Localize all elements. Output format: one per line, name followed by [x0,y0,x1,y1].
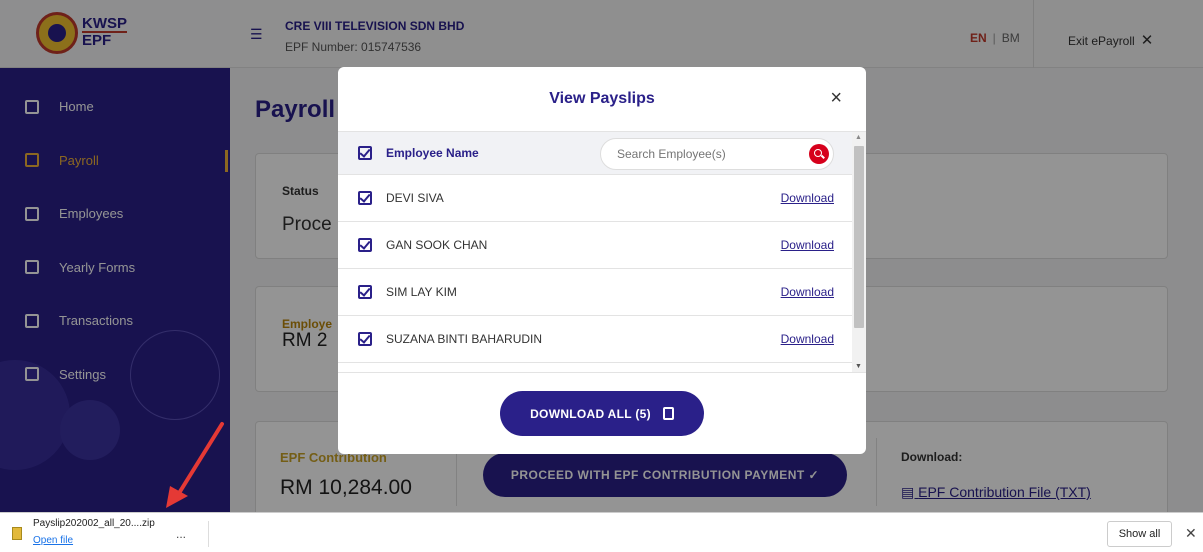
employee-checkbox[interactable] [358,285,372,299]
open-file-link[interactable]: Open file [33,535,73,546]
employee-checkbox[interactable] [358,238,372,252]
modal-divider [338,372,866,373]
download-all-button[interactable]: DOWNLOAD ALL (5) [500,391,704,436]
employee-name: GAN SOOK CHAN [386,238,488,252]
employee-list: Employee Name DEVI SIVA Download GAN SOO… [338,132,852,372]
download-filename[interactable]: Payslip202002_all_20....zip [33,518,155,529]
scrollbar-thumb[interactable] [854,146,864,328]
view-payslips-modal: View Payslips × Employee Name DEVI SIVA … [338,67,866,454]
file-download-icon [662,407,674,420]
close-icon[interactable]: × [830,87,842,110]
select-all-checkbox[interactable] [358,146,372,160]
zip-file-icon [12,527,22,540]
show-all-button[interactable]: Show all [1107,521,1172,547]
browser-download-bar: Payslip202002_all_20....zip Open file ..… [0,512,1203,552]
employee-name: SUZANA BINTI BAHARUDIN [386,332,543,346]
more-options-icon[interactable]: ... [176,527,186,541]
download-link[interactable]: Download [781,238,834,252]
list-item: SUZANA BINTI BAHARUDIN Download [338,316,852,363]
employee-name: SIM LAY KIM [386,285,457,299]
scroll-down-icon[interactable]: ▼ [855,363,862,370]
list-item: DEVI SIVA Download [338,175,852,222]
list-scrollbar[interactable]: ▲ ▼ [852,132,866,372]
download-bar-divider [208,521,209,547]
download-link[interactable]: Download [781,285,834,299]
employee-name: DEVI SIVA [386,191,444,205]
download-link[interactable]: Download [781,332,834,346]
employee-name-header: Employee Name [386,146,479,160]
search-employee-field [600,138,834,170]
search-icon[interactable] [809,144,829,164]
list-item: SIM LAY KIM Download [338,269,852,316]
modal-title: View Payslips [549,90,655,107]
list-item: GAN SOOK CHAN Download [338,222,852,269]
download-link[interactable]: Download [781,191,834,205]
employee-checkbox[interactable] [358,332,372,346]
download-all-label: DOWNLOAD ALL (5) [530,406,651,421]
scroll-up-icon[interactable]: ▲ [855,134,862,141]
search-input[interactable] [617,147,797,161]
list-header: Employee Name [338,132,852,175]
red-arrow-annotation [166,422,224,508]
close-icon[interactable]: ✕ [1185,525,1197,542]
employee-checkbox[interactable] [358,191,372,205]
